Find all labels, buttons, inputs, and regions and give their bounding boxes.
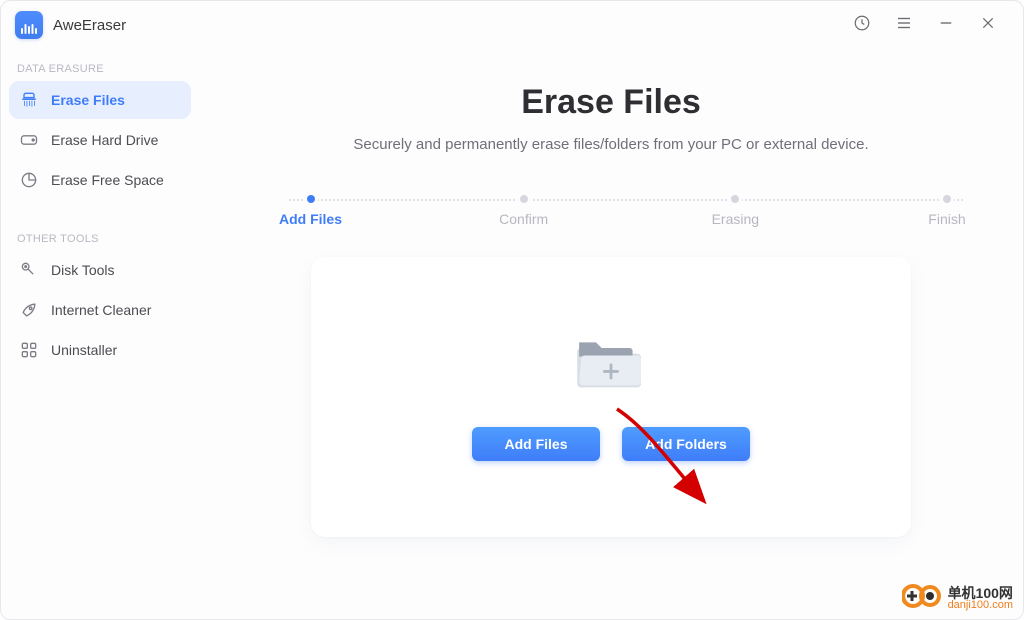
menu-icon xyxy=(895,14,913,37)
add-folders-button[interactable]: Add Folders xyxy=(622,427,750,461)
sidebar-item-label: Internet Cleaner xyxy=(51,302,151,318)
main-content: Erase Files Securely and permanently era… xyxy=(199,49,1023,619)
sidebar-section-other-tools: OTHER TOOLS xyxy=(9,225,191,251)
sidebar-item-label: Erase Free Space xyxy=(51,172,164,188)
step-dot-icon xyxy=(731,195,739,203)
sidebar-item-label: Uninstaller xyxy=(51,342,117,358)
drop-zone-card: Add Files Add Folders xyxy=(311,257,911,537)
titlebar: AweEraser xyxy=(1,1,1023,49)
app-title: AweEraser xyxy=(53,17,126,34)
close-button[interactable] xyxy=(967,5,1009,45)
step-label: Add Files xyxy=(279,211,342,227)
shredder-icon xyxy=(19,90,39,110)
apps-grid-icon xyxy=(19,340,39,360)
sidebar-item-internet-cleaner[interactable]: Internet Cleaner xyxy=(9,291,191,329)
minimize-icon xyxy=(937,14,955,37)
app-window: AweEraser xyxy=(0,0,1024,620)
step-label: Erasing xyxy=(712,211,759,227)
step-label: Confirm xyxy=(499,211,548,227)
clock-icon xyxy=(853,14,871,37)
hard-drive-icon xyxy=(19,130,39,150)
step-erasing: Erasing xyxy=(705,195,765,227)
step-finish: Finish xyxy=(917,195,977,227)
add-files-button[interactable]: Add Files xyxy=(472,427,600,461)
close-icon xyxy=(980,15,996,36)
sidebar-item-uninstaller[interactable]: Uninstaller xyxy=(9,331,191,369)
sidebar-section-data-erasure: DATA ERASURE xyxy=(9,55,191,81)
step-dot-icon xyxy=(520,195,528,203)
history-button[interactable] xyxy=(841,5,883,45)
rocket-icon xyxy=(19,300,39,320)
sidebar-item-erase-hard-drive[interactable]: Erase Hard Drive xyxy=(9,121,191,159)
progress-stepper: Add Files Confirm Erasing Finish xyxy=(239,195,983,227)
menu-button[interactable] xyxy=(883,5,925,45)
sidebar: DATA ERASURE Erase Files Erase Hard Driv… xyxy=(1,49,199,619)
step-dot-icon xyxy=(307,195,315,203)
action-button-row: Add Files Add Folders xyxy=(472,427,750,461)
sidebar-item-erase-files[interactable]: Erase Files xyxy=(9,81,191,119)
page-subtitle: Securely and permanently erase files/fol… xyxy=(239,136,983,153)
sidebar-item-label: Erase Hard Drive xyxy=(51,132,158,148)
sidebar-item-label: Disk Tools xyxy=(51,262,115,278)
sidebar-item-label: Erase Files xyxy=(51,92,125,108)
disk-tools-icon xyxy=(19,260,39,280)
folder-add-icon xyxy=(571,333,651,393)
minimize-button[interactable] xyxy=(925,5,967,45)
step-add-files: Add Files xyxy=(279,195,342,227)
step-dot-icon xyxy=(943,195,951,203)
step-label: Finish xyxy=(928,211,965,227)
sidebar-item-erase-free-space[interactable]: Erase Free Space xyxy=(9,161,191,199)
sidebar-item-disk-tools[interactable]: Disk Tools xyxy=(9,251,191,289)
step-confirm: Confirm xyxy=(494,195,554,227)
page-title: Erase Files xyxy=(239,83,983,122)
pie-chart-icon xyxy=(19,170,39,190)
app-logo-icon xyxy=(15,11,43,39)
